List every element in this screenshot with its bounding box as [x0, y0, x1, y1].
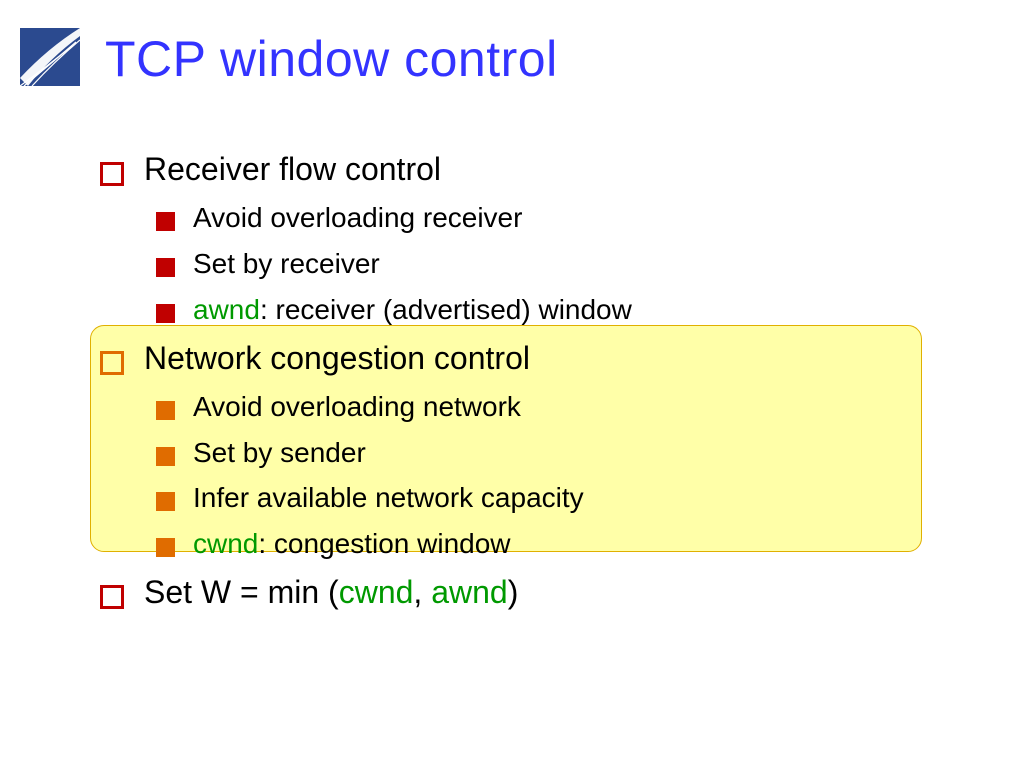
bullet-text: Set by receiver	[193, 245, 380, 283]
bullet-text: Set W = min (cwnd, awnd)	[144, 571, 518, 614]
filled-square-icon	[156, 492, 175, 511]
filled-square-icon	[156, 538, 175, 557]
bullet-set-w: Set W = min (cwnd, awnd)	[100, 571, 930, 614]
subbullet-avoid-overloading-receiver: Avoid overloading receiver	[156, 199, 930, 237]
filled-square-icon	[156, 447, 175, 466]
bullet-text: awnd: receiver (advertised) window	[193, 291, 632, 329]
bullet-text: Avoid overloading network	[193, 388, 521, 426]
bullet-text: Set by sender	[193, 434, 366, 472]
bullet-text: Network congestion control	[144, 337, 530, 380]
bullet-network-congestion-control: Network congestion control	[100, 337, 930, 380]
subbullet-awnd: awnd: receiver (advertised) window	[156, 291, 930, 329]
bullet-text: Infer available network capacity	[193, 479, 584, 517]
bullet-text: Receiver flow control	[144, 148, 441, 191]
bullet-receiver-flow-control: Receiver flow control	[100, 148, 930, 191]
bullet-text: cwnd: congestion window	[193, 525, 511, 563]
subbullet-avoid-overloading-network: Avoid overloading network	[156, 388, 930, 426]
subbullet-set-by-sender: Set by sender	[156, 434, 930, 472]
filled-square-icon	[156, 212, 175, 231]
subbullet-infer-capacity: Infer available network capacity	[156, 479, 930, 517]
bullet-text: Avoid overloading receiver	[193, 199, 522, 237]
slide-body: Receiver flow control Avoid overloading …	[100, 148, 930, 614]
hollow-square-icon	[100, 162, 124, 186]
logo-icon	[20, 28, 80, 86]
filled-square-icon	[156, 258, 175, 277]
slide-title: TCP window control	[105, 30, 558, 88]
filled-square-icon	[156, 304, 175, 323]
subbullet-cwnd: cwnd: congestion window	[156, 525, 930, 563]
subbullet-set-by-receiver: Set by receiver	[156, 245, 930, 283]
hollow-square-icon	[100, 585, 124, 609]
filled-square-icon	[156, 401, 175, 420]
hollow-square-icon	[100, 351, 124, 375]
